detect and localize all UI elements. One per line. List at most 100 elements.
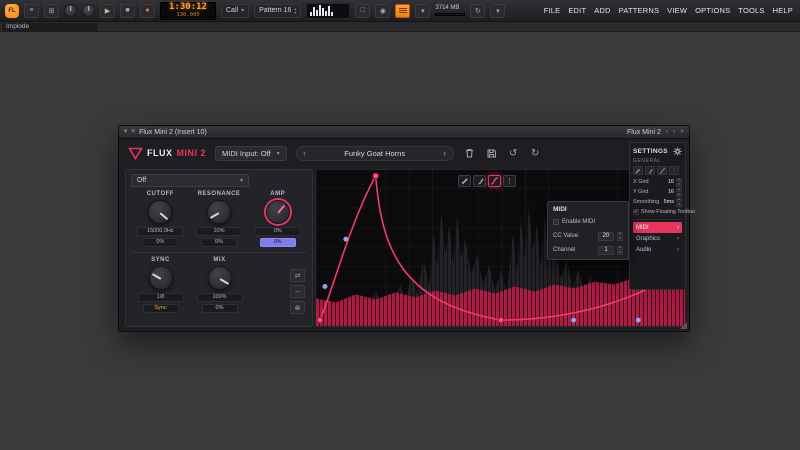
menu-options[interactable]: OPTIONS xyxy=(695,6,730,15)
window-right-title: Flux Mini 2 xyxy=(627,129,661,136)
hint-bar: Implode xyxy=(0,22,800,32)
preset-prev-button[interactable]: ‹ xyxy=(297,148,313,158)
pattern-selector[interactable]: Pattern 16 ▴▾ xyxy=(254,4,301,18)
mode-selector[interactable]: Call ▾ xyxy=(221,4,249,18)
window-title: Flux Mini 2 (Insert 10) xyxy=(139,129,207,136)
play-button[interactable]: ▶ xyxy=(100,4,115,18)
channel-field[interactable]: 1 xyxy=(598,246,614,255)
trash-icon[interactable] xyxy=(463,147,476,160)
checkbox-unchecked-icon[interactable] xyxy=(553,219,559,225)
reset-icon[interactable]: ⊗ xyxy=(290,301,305,314)
dropdown-icon[interactable]: ▾ xyxy=(490,4,505,18)
brush-tool-icon[interactable] xyxy=(645,166,655,175)
resonance-knob[interactable] xyxy=(207,200,231,224)
more-options-icon[interactable]: ⋮ xyxy=(503,175,516,187)
curve-tool-icon[interactable] xyxy=(488,175,501,187)
mix-knob[interactable] xyxy=(208,266,232,290)
stop-button[interactable]: ■ xyxy=(120,4,135,18)
settings-menu-midi[interactable]: MIDI › xyxy=(633,222,682,233)
next-window-icon[interactable]: › xyxy=(673,129,675,136)
cc-value-field[interactable]: 20 xyxy=(598,232,614,241)
stretch-horizontal-icon[interactable]: ↔ xyxy=(290,285,305,298)
gear-icon[interactable] xyxy=(673,147,682,156)
sync-amount[interactable]: Sync xyxy=(143,304,179,313)
x-grid-stepper[interactable]: ▴▾ xyxy=(676,178,682,187)
curve-handle-dot[interactable] xyxy=(343,237,348,242)
grid-icon[interactable]: ⊞ xyxy=(44,4,59,18)
knob-row-1: CUTOFF 15000.0Hz 0% RESONANCE 10% 0% AMP… xyxy=(131,191,307,247)
menu-help[interactable]: HELP xyxy=(773,6,793,15)
resize-handle[interactable] xyxy=(680,322,687,329)
resonance-value[interactable]: 10% xyxy=(196,227,242,236)
curve-handle-dot[interactable] xyxy=(322,284,327,289)
preset-next-button[interactable]: › xyxy=(437,148,453,158)
menu-file[interactable]: FILE xyxy=(544,6,561,15)
amp-amount[interactable]: 0% xyxy=(260,238,296,247)
checkbox-checked-icon[interactable]: ✓ xyxy=(633,209,639,215)
menu-edit[interactable]: EDIT xyxy=(568,6,586,15)
cc-value-stepper[interactable]: ▴▾ xyxy=(617,232,623,241)
window-options-icon[interactable]: ≡ xyxy=(131,129,135,136)
show-toolbar-setting: ✓ Show Floating Toolbar xyxy=(633,207,682,217)
chevron-down-icon: ▾ xyxy=(240,177,243,184)
pencil-tool-icon[interactable] xyxy=(458,175,471,187)
envelope-point[interactable] xyxy=(373,173,379,179)
typing-keyboard-icon[interactable] xyxy=(395,4,410,18)
record-button[interactable]: ● xyxy=(140,4,155,18)
peak-meter-icon[interactable]: ◉ xyxy=(375,4,390,18)
pencil-tool-icon[interactable] xyxy=(633,166,643,175)
mixer-icon[interactable]: □ xyxy=(355,4,370,18)
cutoff-knob[interactable] xyxy=(148,200,172,224)
sync-value[interactable]: 1/8 xyxy=(138,293,184,302)
midi-input-dropdown[interactable]: MIDI Input: Off ▾ xyxy=(215,146,287,161)
save-icon[interactable] xyxy=(485,147,498,160)
memory-monitor: 3714 MB xyxy=(435,5,465,16)
window-menu-icon[interactable]: ▾ xyxy=(124,129,127,136)
amp-knob[interactable] xyxy=(266,200,290,224)
channel-row: Channel 1 ▴▾ xyxy=(553,245,623,255)
menu-view[interactable]: VIEW xyxy=(667,6,687,15)
amp-value[interactable]: 0% xyxy=(255,227,301,236)
main-pitch-knob[interactable] xyxy=(82,4,95,17)
cutoff-amount[interactable]: 0% xyxy=(142,238,178,247)
settings-section-label: GENERAL xyxy=(633,158,682,164)
curve-tool-icon[interactable] xyxy=(657,166,667,175)
refresh-icon[interactable]: ↻ xyxy=(470,4,485,18)
memory-value: 3714 MB xyxy=(435,5,465,11)
undo-icon[interactable]: ↺ xyxy=(507,147,520,160)
plugin-titlebar[interactable]: ▾ ≡ Flux Mini 2 (Insert 10) Flux Mini 2 … xyxy=(119,126,689,139)
curve-handle-dot[interactable] xyxy=(636,318,641,323)
swap-horizontal-icon[interactable]: ⇄ xyxy=(290,269,305,282)
main-menu-icon[interactable]: ≡ xyxy=(24,4,39,18)
mix-value[interactable]: 100% xyxy=(197,293,243,302)
sync-knob[interactable] xyxy=(149,266,173,290)
smoothing-stepper[interactable]: ▴▾ xyxy=(676,198,682,207)
settings-menu-audio[interactable]: Audio › xyxy=(633,244,682,255)
fl-logo[interactable]: FL xyxy=(5,4,19,18)
more-options-icon[interactable]: ⋮ xyxy=(669,166,679,175)
menu-tools[interactable]: TOOLS xyxy=(738,6,764,15)
curve-handle-dot[interactable] xyxy=(571,318,576,323)
mix-amount[interactable]: 0% xyxy=(202,304,238,313)
settings-menu-graphics[interactable]: Graphics › xyxy=(633,233,682,244)
cutoff-value[interactable]: 15000.0Hz xyxy=(137,227,183,236)
filter-mode-dropdown[interactable]: Off ▾ xyxy=(131,174,249,187)
y-grid-stepper[interactable]: ▴▾ xyxy=(676,188,682,197)
menu-add[interactable]: ADD xyxy=(594,6,610,15)
preset-name[interactable]: Funky Goat Horns xyxy=(313,149,437,158)
redo-icon[interactable]: ↻ xyxy=(529,147,542,160)
envelope-point[interactable] xyxy=(317,317,323,323)
tempo-value[interactable]: 130.000 xyxy=(176,13,199,19)
midi-submenu-popup: MIDI Enable MIDI CC Value 20 ▴▾ Channel … xyxy=(547,201,629,260)
main-volume-knob[interactable] xyxy=(64,4,77,17)
channel-stepper[interactable]: ▴▾ xyxy=(617,246,623,255)
pattern-stepper[interactable]: ▴▾ xyxy=(294,7,296,15)
flux-logo-icon xyxy=(128,147,143,160)
brush-tool-icon[interactable] xyxy=(473,175,486,187)
metronome-icon[interactable]: ▾ xyxy=(415,4,430,18)
resonance-amount[interactable]: 0% xyxy=(201,238,237,247)
envelope-point[interactable] xyxy=(498,317,504,323)
prev-window-icon[interactable]: ‹ xyxy=(666,129,668,136)
close-icon[interactable]: × xyxy=(680,129,684,136)
menu-patterns[interactable]: PATTERNS xyxy=(619,6,660,15)
